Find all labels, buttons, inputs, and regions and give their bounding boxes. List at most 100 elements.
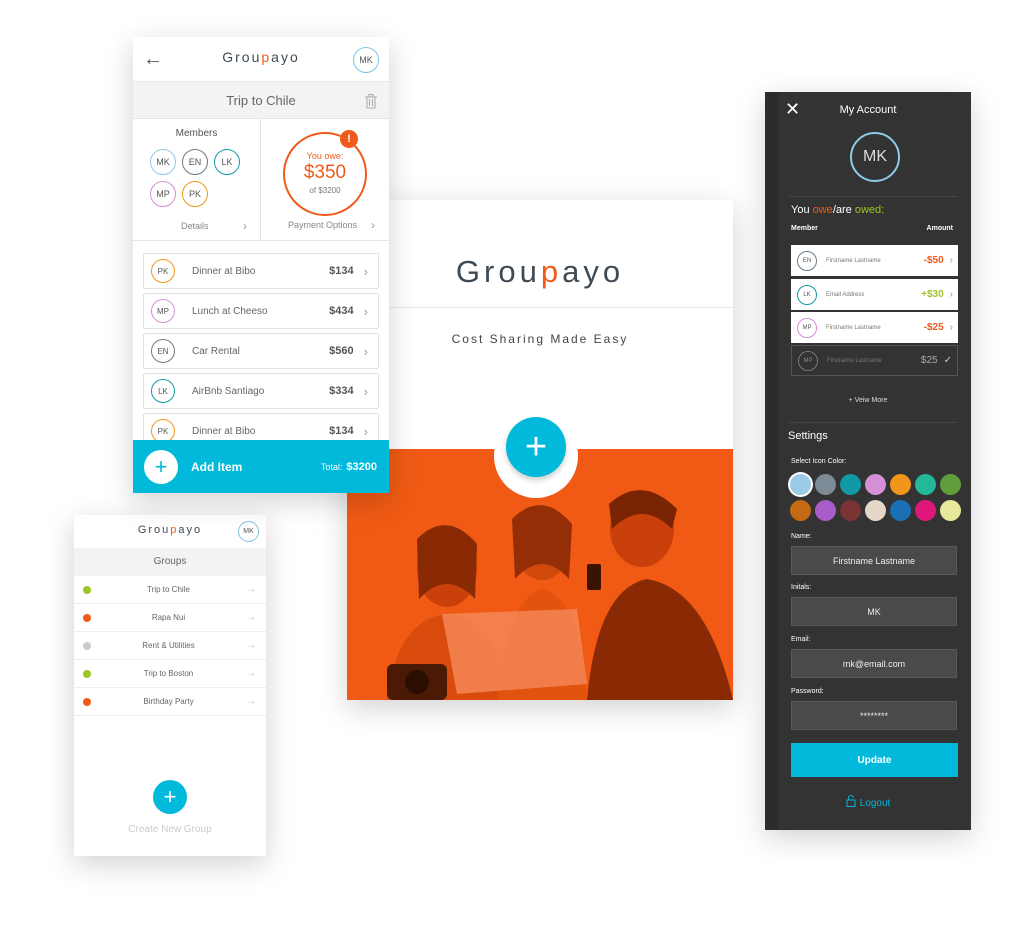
group-name: Birthday Party bbox=[143, 697, 194, 706]
tagline: Cost Sharing Made Easy bbox=[451, 332, 629, 346]
member-avatar: EN bbox=[797, 250, 817, 271]
chevron-right-icon: › bbox=[949, 255, 953, 266]
member-name: Firstname Lastname bbox=[826, 324, 881, 331]
item-name: Dinner at Bibo bbox=[192, 425, 256, 437]
member-avatar-lk[interactable]: LK bbox=[214, 149, 240, 175]
members-row-2: MP PK bbox=[150, 181, 208, 207]
trash-icon[interactable] bbox=[365, 82, 377, 119]
item-name: Car Rental bbox=[192, 345, 240, 357]
owe-amount: $350 bbox=[303, 162, 347, 183]
user-avatar[interactable]: MK bbox=[353, 47, 379, 73]
grouayo-logo: Groupayo bbox=[455, 254, 625, 289]
group-row[interactable]: Birthday Party → bbox=[74, 688, 266, 716]
color-swatch[interactable] bbox=[815, 474, 836, 495]
splash-screen: Groupayo Cost Sharing Made Easy + bbox=[347, 200, 733, 700]
chevron-right-icon: › bbox=[363, 303, 368, 319]
member-avatar-en[interactable]: EN bbox=[182, 149, 208, 175]
member-avatar-mk[interactable]: MK bbox=[150, 149, 176, 175]
color-swatch[interactable] bbox=[915, 474, 936, 495]
side-strip bbox=[765, 92, 779, 830]
member-name: Firstname Lastname bbox=[826, 257, 881, 264]
get-started-button[interactable]: + bbox=[506, 417, 566, 477]
color-swatch[interactable] bbox=[940, 474, 961, 495]
name-label: Name: bbox=[791, 533, 812, 540]
balance-row[interactable]: EN Firstname Lastname -$50 › bbox=[791, 245, 958, 276]
chevron-right-icon[interactable]: › bbox=[243, 219, 247, 233]
color-swatch[interactable] bbox=[840, 500, 861, 521]
chevron-right-icon[interactable]: › bbox=[371, 218, 375, 232]
status-dot bbox=[83, 641, 91, 650]
member-name: Email Address bbox=[826, 291, 865, 298]
view-more-link[interactable]: + Veiw More bbox=[765, 397, 971, 404]
item-name: Lunch at Cheeso bbox=[192, 305, 268, 317]
trip-summary: Members MK EN LK MP PK Details › You owe… bbox=[133, 119, 389, 241]
owe-total: of $3200 bbox=[309, 186, 341, 195]
grouayo-logo: Groupayo bbox=[222, 49, 300, 65]
expense-item[interactable]: EN Car Rental $560 › bbox=[143, 333, 379, 369]
create-group-button[interactable]: + bbox=[153, 780, 187, 814]
my-account-screen: ✕ My Account MK You owe/are owed: Member… bbox=[765, 92, 971, 830]
color-swatch[interactable] bbox=[840, 474, 861, 495]
balance-row[interactable]: MP Firstname Lastname -$25 › bbox=[791, 312, 958, 343]
group-row[interactable]: Trip to Boston → bbox=[74, 660, 266, 688]
expense-item[interactable]: MP Lunch at Cheeso $434 › bbox=[143, 293, 379, 329]
group-name: Trip to Boston bbox=[143, 669, 194, 678]
groups-title: Groups bbox=[74, 548, 266, 576]
member-avatar: MP bbox=[797, 317, 817, 338]
member-avatar-pk[interactable]: PK bbox=[182, 181, 208, 207]
balance-row-settled[interactable]: MP Firstname Lastname $25 ✓ bbox=[791, 345, 958, 376]
item-avatar: LK bbox=[151, 379, 175, 403]
color-swatch[interactable] bbox=[890, 500, 911, 521]
color-swatch[interactable] bbox=[790, 500, 811, 521]
color-swatch[interactable] bbox=[865, 500, 886, 521]
expense-item[interactable]: LK AirBnb Santiago $334 › bbox=[143, 373, 379, 409]
item-amount: $434 bbox=[329, 305, 354, 317]
color-swatch[interactable] bbox=[940, 500, 961, 521]
user-avatar[interactable]: MK bbox=[238, 521, 259, 542]
chevron-right-icon: › bbox=[949, 322, 953, 333]
lock-icon bbox=[846, 795, 856, 807]
details-link[interactable]: Details bbox=[181, 221, 209, 231]
email-field[interactable]: mk@email.com bbox=[791, 649, 957, 678]
status-dot bbox=[83, 585, 91, 594]
color-swatch[interactable] bbox=[915, 500, 936, 521]
group-row[interactable]: Rent & Utilities → bbox=[74, 632, 266, 660]
create-group-label[interactable]: Create New Group bbox=[74, 824, 266, 835]
account-avatar[interactable]: MK bbox=[850, 132, 900, 182]
trip-title: Trip to Chile bbox=[226, 93, 296, 108]
plus-icon[interactable]: + bbox=[144, 449, 178, 484]
update-button[interactable]: Update bbox=[791, 743, 958, 777]
member-avatar: LK bbox=[797, 284, 817, 305]
color-swatch[interactable] bbox=[890, 474, 911, 495]
member-avatar: MP bbox=[798, 350, 818, 371]
initials-field[interactable]: MK bbox=[791, 597, 957, 626]
color-swatch[interactable] bbox=[815, 500, 836, 521]
add-item-bar[interactable]: + Add Item Total: $3200 bbox=[133, 440, 389, 493]
item-name: Dinner at Bibo bbox=[192, 265, 256, 277]
arrow-right-icon: → bbox=[246, 584, 256, 595]
password-field[interactable]: ******** bbox=[791, 701, 957, 730]
balance-row[interactable]: LK Email Address +$30 › bbox=[791, 279, 958, 310]
color-swatch[interactable] bbox=[865, 474, 886, 495]
payment-options-link[interactable]: Payment Options bbox=[288, 220, 357, 230]
members-row-1: MK EN LK bbox=[150, 149, 240, 175]
chevron-right-icon: › bbox=[363, 423, 368, 439]
group-name: Rapa Nui bbox=[151, 613, 186, 622]
item-amount: $560 bbox=[329, 345, 354, 357]
total-amount: Total: $3200 bbox=[320, 460, 377, 473]
name-field[interactable]: Firstname Lastname bbox=[791, 546, 957, 575]
member-avatar-mp[interactable]: MP bbox=[150, 181, 176, 207]
initials-label: Initals: bbox=[791, 584, 812, 591]
account-title: My Account bbox=[839, 104, 897, 116]
add-item-button[interactable]: Add Item bbox=[191, 460, 321, 474]
group-row[interactable]: Trip to Chile → bbox=[74, 576, 266, 604]
chevron-right-icon: › bbox=[363, 343, 368, 359]
item-amount: $134 bbox=[329, 265, 354, 277]
color-swatch[interactable] bbox=[790, 474, 811, 495]
password-label: Password: bbox=[791, 688, 824, 695]
divider bbox=[788, 422, 958, 423]
expense-item[interactable]: PK Dinner at Bibo $134 › bbox=[143, 253, 379, 289]
status-dot bbox=[83, 669, 91, 678]
group-row[interactable]: Rapa Nui → bbox=[74, 604, 266, 632]
logout-button[interactable]: Logout bbox=[765, 795, 971, 809]
